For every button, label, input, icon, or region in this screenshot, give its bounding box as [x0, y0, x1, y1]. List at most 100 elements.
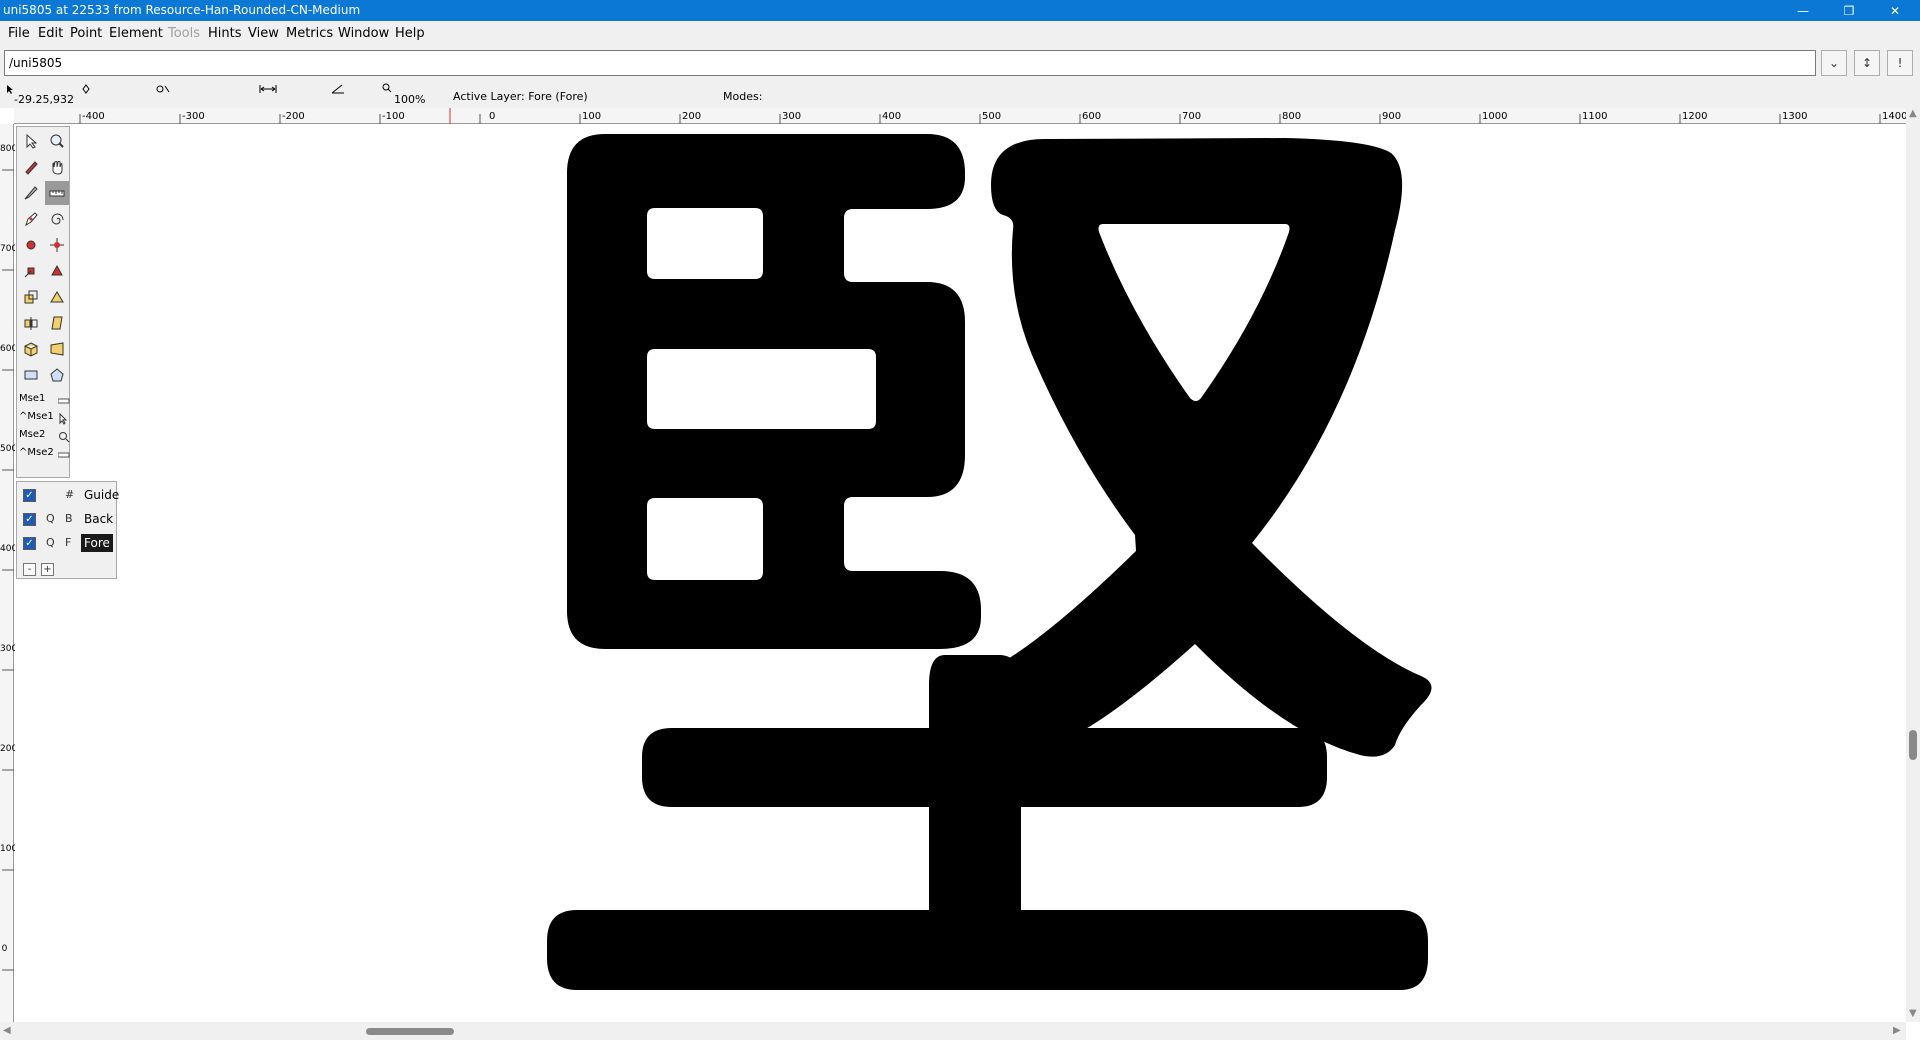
pointer-icon	[7, 85, 13, 94]
menu-edit[interactable]: Edit	[38, 26, 63, 41]
flip-icon	[24, 317, 38, 330]
tangent-point-tool[interactable]	[45, 259, 69, 283]
ruler-label: -200	[282, 111, 305, 122]
rotate-icon	[50, 291, 64, 303]
hv-curve-point-tool[interactable]	[45, 233, 69, 257]
layer-row-fore[interactable]: ✓ Q F Fore	[17, 532, 117, 554]
glyph-prev-button[interactable]: ↕	[1854, 50, 1880, 76]
vertical-ruler-ticks	[2, 169, 14, 971]
layer-row-back[interactable]: ✓ Q B Back	[17, 508, 117, 530]
mouse2-label: Mse2	[19, 429, 46, 440]
skew-icon	[51, 316, 63, 330]
knife-tool[interactable]	[19, 181, 43, 205]
polygon-tool[interactable]	[45, 363, 69, 387]
flip-tool[interactable]	[19, 311, 43, 335]
ruler-label: 200	[0, 744, 18, 754]
menu-element[interactable]: Element	[109, 26, 163, 41]
vertical-scrollbar[interactable]: ▲ ▼	[1906, 108, 1920, 1022]
ruler-label: 600	[0, 344, 18, 354]
rotate-tool[interactable]	[45, 285, 69, 309]
scroll-right-arrow[interactable]: ▶	[1893, 1025, 1901, 1036]
ruler-tool[interactable]	[45, 181, 69, 205]
layer-visible-checkbox[interactable]: ✓	[23, 537, 36, 550]
pointer-tool[interactable]	[19, 129, 43, 153]
layer-visible-checkbox[interactable]: ✓	[23, 513, 36, 526]
arrow-icon	[26, 133, 38, 149]
menu-view[interactable]: View	[248, 26, 279, 41]
menu-window[interactable]: Window	[338, 26, 389, 41]
ruler-label: 0	[1, 944, 8, 954]
scale-tool[interactable]	[19, 285, 43, 309]
ruler-label: 700	[0, 244, 18, 254]
scroll-down-arrow[interactable]: ▼	[1909, 1008, 1917, 1019]
glyph-name-input[interactable]	[4, 50, 1816, 76]
ruler-label: -400	[82, 111, 105, 122]
layer-visible-checkbox[interactable]: ✓	[23, 489, 36, 502]
ruler-label: 100	[582, 111, 602, 122]
hand-icon	[52, 161, 63, 175]
curve-point-icon	[26, 240, 36, 250]
menu-bar: File Edit Point Element Tools Hints View…	[0, 21, 1920, 47]
glyph-outline	[547, 134, 1432, 990]
curve-point-icon	[156, 85, 170, 93]
rotate-3d-tool[interactable]	[19, 337, 43, 361]
scroll-up-arrow[interactable]: ▲	[1909, 108, 1917, 119]
ruler-label: 600	[1082, 111, 1102, 122]
ruler-label: 400	[882, 111, 902, 122]
hv-curve-point-icon	[50, 238, 64, 252]
tools-palette: Mse1 ^Mse1 Mse2 ^Mse2	[16, 126, 70, 478]
horizontal-scrollbar[interactable]: ◀ ▶	[0, 1022, 1906, 1040]
title-bar: uni5805 at 22533 from Resource-Han-Round…	[0, 0, 1920, 21]
ruler-label: 100	[0, 844, 18, 854]
corner-point-tool[interactable]	[19, 259, 43, 283]
menu-file[interactable]: File	[8, 26, 30, 41]
glyph-dropdown-button[interactable]: ⌄	[1821, 50, 1847, 76]
freehand-tool[interactable]	[19, 155, 43, 179]
menu-hints[interactable]: Hints	[208, 26, 242, 41]
curve-point-tool[interactable]	[19, 233, 43, 257]
glyph-next-button[interactable]: !	[1887, 50, 1913, 76]
pen-icon	[25, 212, 38, 227]
layer-flag[interactable]: Q	[46, 536, 55, 549]
menu-metrics[interactable]: Metrics	[286, 26, 333, 41]
layer-flag: F	[65, 536, 72, 549]
glyph-canvas[interactable]	[15, 125, 1906, 1022]
ruler-label: 800	[0, 144, 18, 154]
spiro-tool[interactable]	[45, 207, 69, 231]
horizontal-scroll-thumb[interactable]	[366, 1028, 454, 1035]
layer-name[interactable]: Back	[81, 510, 116, 528]
close-button[interactable]: ✕	[1872, 0, 1918, 21]
ruler-label: 1200	[1682, 111, 1708, 122]
scroll-tool[interactable]	[45, 155, 69, 179]
magnify-tool[interactable]	[45, 129, 69, 153]
pencil-icon	[25, 161, 38, 175]
rectangle-icon	[24, 370, 38, 380]
rectangle-tool[interactable]	[19, 363, 43, 387]
layer-name[interactable]: Guide	[81, 486, 122, 504]
ruler-label: 900	[1382, 111, 1402, 122]
layer-flag[interactable]: Q	[46, 512, 55, 525]
layer-name[interactable]: Fore	[81, 534, 113, 552]
skew-tool[interactable]	[45, 311, 69, 335]
ruler-icon	[49, 190, 65, 197]
menu-help[interactable]: Help	[395, 26, 425, 41]
vertical-scroll-thumb[interactable]	[1909, 730, 1917, 760]
layer-row-guide[interactable]: ✓ # Guide	[17, 484, 119, 506]
vertical-ruler[interactable]: 800 700 600 500 400 300 200 100 0	[0, 124, 18, 1022]
ctrl-mouse2-label: ^Mse2	[19, 447, 54, 458]
pen-tool[interactable]	[19, 207, 43, 231]
restore-button[interactable]: ❐	[1826, 0, 1872, 21]
add-layer-button[interactable]: +	[41, 563, 54, 576]
minimize-button[interactable]: —	[1780, 0, 1826, 21]
scroll-left-arrow[interactable]: ◀	[3, 1025, 11, 1036]
arrow-icon	[59, 413, 68, 425]
menu-point[interactable]: Point	[70, 26, 102, 41]
perspective-tool[interactable]	[45, 337, 69, 361]
remove-layer-button[interactable]: -	[23, 563, 36, 576]
cursor-coordinates: -29.25,932	[14, 93, 74, 106]
horizontal-ruler[interactable]: -400 -300 -200 -100 0 100 200 300 400 50…	[14, 108, 1907, 124]
corner-point-icon	[24, 267, 35, 278]
menu-tools: Tools	[168, 26, 201, 41]
ruler-label: 400	[0, 544, 18, 554]
ctrl-mouse1-label: ^Mse1	[19, 411, 54, 422]
